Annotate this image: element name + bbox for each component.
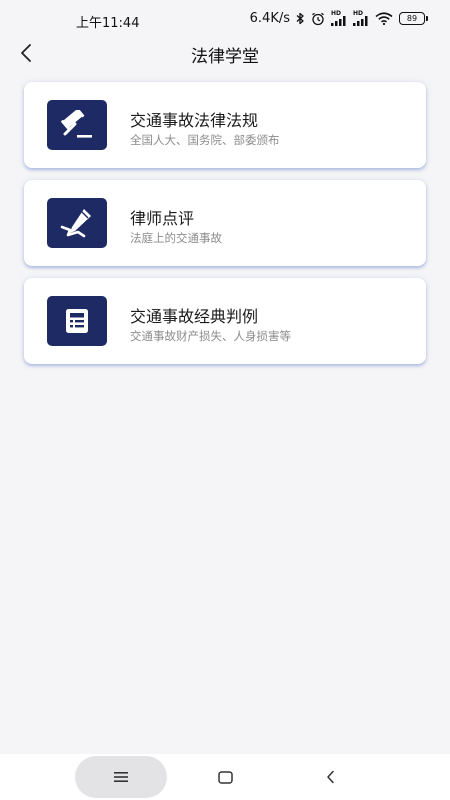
recent-apps-button[interactable]	[75, 756, 167, 798]
menu-icon	[114, 772, 128, 782]
card-title: 交通事故经典判例	[130, 307, 259, 326]
card-title: 交通事故法律法规	[130, 111, 259, 130]
battery-icon: 89	[399, 12, 428, 25]
topic-list: 交通事故法律法规 全国人大、国务院、部委颁布 律师点评 法庭上的交通事故 交通事…	[24, 82, 426, 376]
casebook-icon	[47, 296, 107, 346]
card-subtitle: 全国人大、国务院、部委颁布	[130, 133, 280, 147]
system-nav-bar	[0, 754, 450, 800]
back-chevron-icon	[326, 770, 334, 784]
alarm-icon	[311, 12, 325, 26]
card-traffic-laws[interactable]: 交通事故法律法规 全国人大、国务院、部委颁布	[24, 82, 426, 168]
header-bar: 法律学堂	[0, 34, 450, 74]
battery-level: 89	[399, 12, 425, 25]
card-title: 律师点评	[130, 209, 195, 228]
home-button[interactable]	[204, 754, 246, 800]
page-title: 法律学堂	[191, 47, 259, 67]
bluetooth-icon	[296, 12, 305, 25]
signal-bars-icon	[353, 16, 368, 26]
card-lawyer-review[interactable]: 律师点评 法庭上的交通事故	[24, 180, 426, 266]
cell-signal-1: HD	[331, 11, 347, 26]
home-square-icon	[217, 770, 233, 784]
system-back-button[interactable]	[310, 754, 350, 800]
card-classic-cases[interactable]: 交通事故经典判例 交通事故财产损失、人身损害等	[24, 278, 426, 364]
status-time: 上午11:44	[76, 16, 140, 31]
gavel-icon	[47, 100, 107, 150]
status-indicators: 6.4K/s HD HD 89	[250, 11, 428, 26]
wifi-icon	[375, 12, 393, 25]
network-speed: 6.4K/s	[249, 11, 290, 26]
signal-bars-icon	[331, 16, 346, 26]
cell-signal-2: HD	[353, 11, 369, 26]
card-subtitle: 法庭上的交通事故	[130, 231, 222, 245]
pen-signature-icon	[47, 198, 107, 248]
card-subtitle: 交通事故财产损失、人身损害等	[130, 329, 291, 343]
